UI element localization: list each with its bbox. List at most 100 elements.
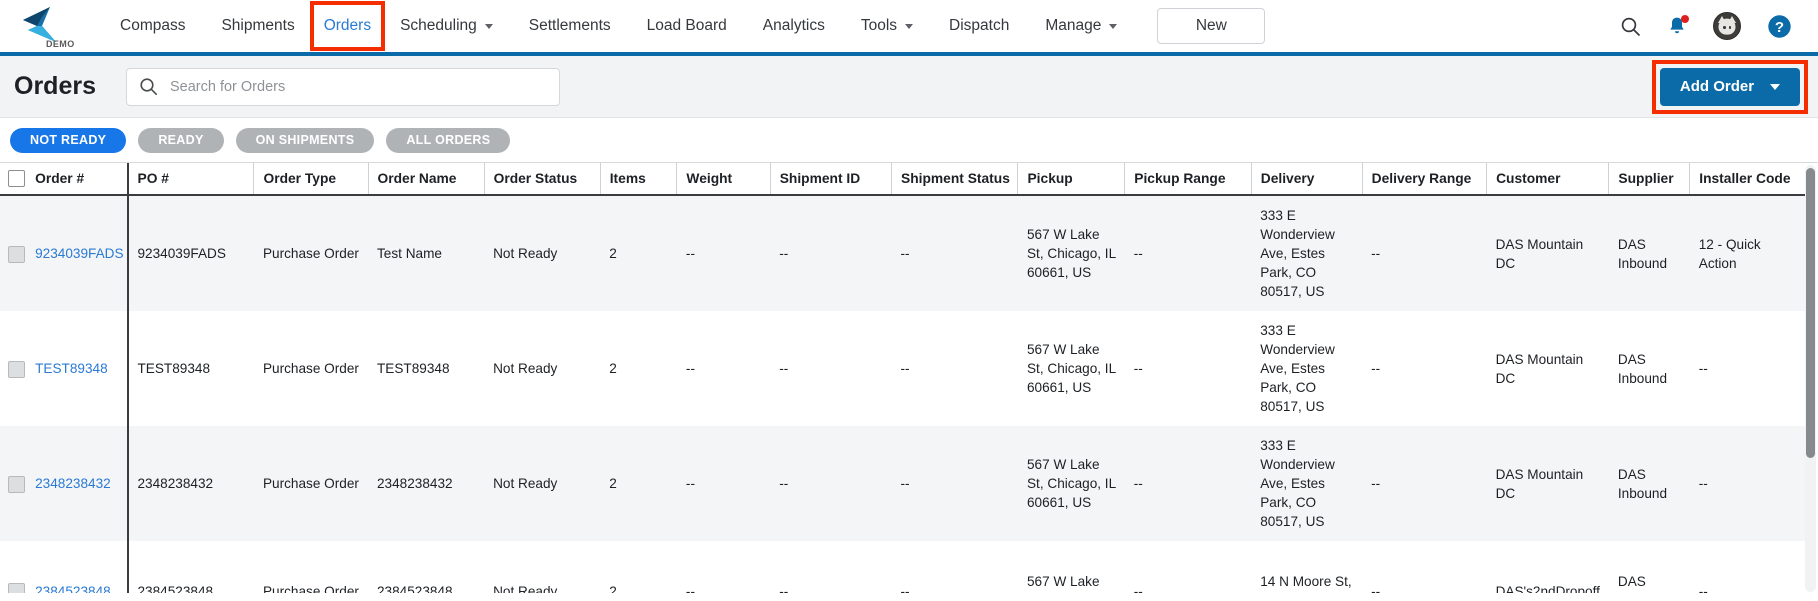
nav-item-label: Manage — [1045, 17, 1102, 34]
cell-shipment-id: -- — [779, 476, 789, 491]
cell-shipment-status: -- — [900, 583, 910, 594]
cell-delivery: 333 E Wonderview Ave, Estes Park, CO 805… — [1260, 208, 1335, 299]
cell-order-number[interactable]: 2348238432 — [31, 426, 129, 541]
filter-tab-ready[interactable]: READY — [138, 127, 224, 153]
nav-item-scheduling[interactable]: Scheduling — [382, 0, 511, 52]
select-all-checkbox[interactable] — [8, 170, 25, 187]
row-checkbox[interactable] — [8, 360, 25, 378]
page-header: Orders Add Order — [0, 56, 1818, 118]
cell-delivery-range: -- — [1371, 476, 1381, 491]
cell-po-number: TEST89348 — [137, 361, 211, 376]
nav-item-label: Dispatch — [949, 17, 1010, 34]
cell-shipment-id: -- — [779, 583, 789, 594]
cell-items: 2 — [609, 246, 617, 261]
search-icon[interactable] — [1620, 16, 1641, 37]
scrollbar-thumb[interactable] — [1806, 168, 1815, 458]
cell-po-number: 2384523848 — [137, 583, 214, 594]
cell-installer-code: 12 - Quick Action — [1698, 236, 1761, 271]
cell-pickup: 567 W Lake St, Chicago, IL 60661, US — [1026, 342, 1116, 395]
cell-installer-code: -- — [1698, 583, 1708, 594]
row-select-cell — [0, 311, 31, 426]
row-select-cell — [0, 195, 31, 311]
column-header-delivery[interactable]: Delivery — [1251, 163, 1363, 196]
nav-item-analytics[interactable]: Analytics — [745, 0, 843, 52]
cell-delivery: 14 N Moore St, New York, NY — [1260, 574, 1352, 589]
search-icon — [140, 78, 157, 96]
column-header-order-type[interactable]: Order Type — [253, 163, 369, 196]
avatar-decor — [1723, 26, 1726, 29]
cell-supplier: DAS Inbound — [1617, 574, 1646, 589]
row-checkbox[interactable] — [8, 245, 25, 263]
nav-item-load-board[interactable]: Load Board — [629, 0, 745, 52]
column-header-items[interactable]: Items — [600, 163, 678, 196]
nav-item-label: Settlements — [528, 17, 611, 34]
cell-supplier: DAS Inbound — [1617, 466, 1668, 501]
add-order-button[interactable]: Add Order — [1660, 67, 1800, 106]
help-icon[interactable]: ? — [1767, 14, 1792, 39]
column-header-order-name[interactable]: Order Name — [368, 163, 485, 196]
nav-right-icons: ? — [1620, 12, 1804, 40]
cell-customer: DAS's2ndDropoff — [1495, 583, 1600, 594]
cell-delivery-range: -- — [1371, 361, 1381, 376]
page-title: Orders — [14, 72, 96, 100]
cell-installer-code: -- — [1698, 476, 1708, 491]
search-orders-box[interactable] — [125, 67, 560, 106]
cell-order-status: Not Ready — [493, 476, 558, 491]
table-row[interactable]: 9234039FADS 9234039FADS Purchase Order T… — [0, 195, 1806, 311]
nav-item-orders[interactable]: Orders — [309, 1, 386, 51]
avatar-decor — [1718, 18, 1736, 35]
table-header-row: Order # PO # Order Type Order Name Order… — [0, 163, 1806, 196]
column-header-weight[interactable]: Weight — [676, 163, 771, 196]
cell-weight: -- — [685, 361, 695, 376]
column-header-installer-code[interactable]: Installer Code — [1689, 163, 1806, 196]
cell-order-number[interactable]: 9234039FADS — [31, 195, 129, 311]
app-logo[interactable]: DEMO — [10, 2, 88, 50]
nav-item-compass[interactable]: Compass — [102, 0, 203, 52]
column-header-pickup-range[interactable]: Pickup Range — [1124, 163, 1252, 196]
column-header-shipment-status[interactable]: Shipment Status — [891, 163, 1019, 196]
cell-pickup: 567 W Lake St, Chicago, — [1026, 574, 1100, 589]
cell-order-number[interactable]: TEST89348 — [31, 311, 129, 426]
nav-item-label: Scheduling — [400, 17, 477, 34]
column-header-order-status[interactable]: Order Status — [484, 163, 601, 196]
column-header-shipment-id[interactable]: Shipment ID — [770, 163, 893, 196]
column-header-order-number[interactable]: Order # — [31, 163, 129, 196]
cell-shipment-status: -- — [900, 361, 910, 376]
table-row[interactable]: TEST89348 TEST89348 Purchase Order TEST8… — [0, 311, 1806, 426]
cell-po-number: 9234039FADS — [137, 246, 226, 261]
nav-item-tools[interactable]: Tools — [843, 0, 931, 52]
user-avatar[interactable] — [1713, 12, 1741, 40]
cell-order-number[interactable]: 2384523848 — [31, 541, 129, 593]
cell-delivery: 333 E Wonderview Ave, Estes Park, CO 805… — [1260, 438, 1335, 529]
nav-item-shipments[interactable]: Shipments — [203, 0, 312, 52]
table-row[interactable]: 2384523848 2384523848 Purchase Order 238… — [0, 541, 1806, 593]
cell-delivery-range: -- — [1371, 246, 1381, 261]
column-header-customer[interactable]: Customer — [1486, 163, 1610, 196]
nav-item-dispatch[interactable]: Dispatch — [931, 0, 1027, 52]
add-order-highlight-box: Add Order — [1652, 59, 1808, 114]
row-checkbox[interactable] — [8, 583, 25, 593]
notifications-bell-icon[interactable] — [1667, 14, 1689, 37]
cell-items: 2 — [609, 476, 617, 491]
search-input[interactable] — [169, 68, 547, 105]
cell-delivery-range: -- — [1371, 583, 1381, 594]
nav-item-label: Shipments — [221, 17, 295, 34]
column-header-pickup[interactable]: Pickup — [1017, 163, 1126, 196]
new-button[interactable]: New — [1157, 8, 1266, 44]
column-header-po-number[interactable]: PO # — [127, 163, 255, 196]
nav-items: Compass Shipments Orders Scheduling Sett… — [102, 0, 1266, 52]
nav-item-settlements[interactable]: Settlements — [511, 0, 629, 52]
column-header-delivery-range[interactable]: Delivery Range — [1362, 163, 1488, 196]
column-header-supplier[interactable]: Supplier — [1608, 163, 1691, 196]
table-row[interactable]: 2348238432 2348238432 Purchase Order 234… — [0, 426, 1806, 541]
filter-tab-on-shipments[interactable]: ON SHIPMENTS — [235, 127, 375, 153]
cell-order-type: Purchase Order — [262, 583, 359, 594]
cell-weight: -- — [685, 476, 695, 491]
orders-table-body: 9234039FADS 9234039FADS Purchase Order T… — [0, 195, 1806, 593]
table-vertical-scrollbar[interactable] — [1805, 165, 1816, 592]
filter-tab-all-orders[interactable]: ALL ORDERS — [386, 127, 511, 153]
row-checkbox[interactable] — [8, 475, 25, 493]
filter-tab-not-ready[interactable]: NOT READY — [10, 127, 127, 153]
nav-item-manage[interactable]: Manage — [1027, 0, 1135, 52]
cell-delivery: 333 E Wonderview Ave, Estes Park, CO 805… — [1260, 323, 1335, 414]
